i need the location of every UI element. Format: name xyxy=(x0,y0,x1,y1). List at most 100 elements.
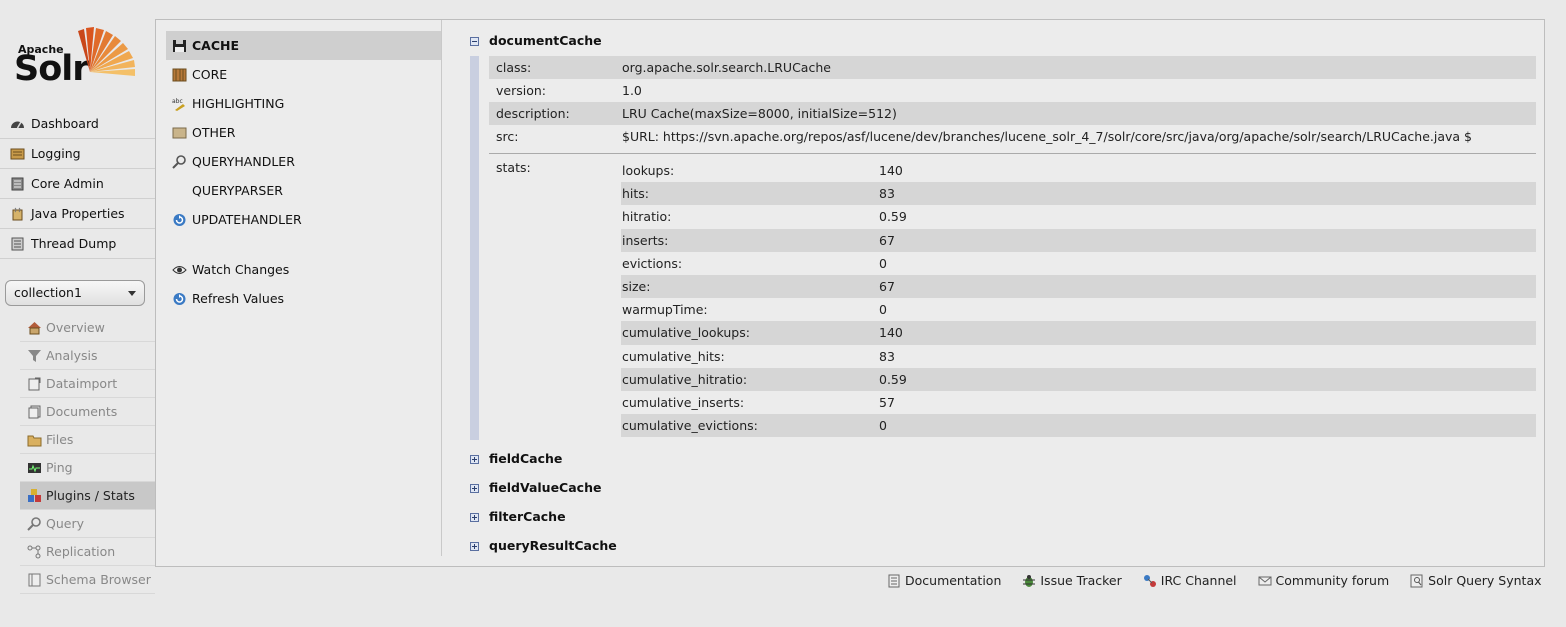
plugin-type-cache[interactable]: CACHE xyxy=(166,31,441,60)
detail-value: LRU Cache(maxSize=8000, initialSize=512) xyxy=(622,106,897,121)
cache-name: filterCache xyxy=(489,509,566,524)
stat-value: 67 xyxy=(879,232,895,248)
plugin-type-queryhandler[interactable]: QUERYHANDLER xyxy=(166,147,441,176)
cache-header-field-cache[interactable]: fieldCache xyxy=(470,450,1536,479)
core-nav-ping[interactable]: Ping xyxy=(20,454,155,482)
magnifier-icon xyxy=(172,155,186,169)
core-admin-icon xyxy=(11,177,24,191)
document-icon xyxy=(888,574,900,588)
core-nav-files[interactable]: Files xyxy=(20,426,155,454)
eye-icon xyxy=(172,266,187,274)
core-nav-overview[interactable]: Overview xyxy=(20,314,155,342)
core-nav-replication[interactable]: Replication xyxy=(20,538,155,566)
detail-key: version: xyxy=(496,83,546,98)
core-nav-dataimport[interactable]: Dataimport xyxy=(20,370,155,398)
cache-header-query-result-cache[interactable]: queryResultCache xyxy=(470,537,1536,566)
collapse-toggle-icon[interactable] xyxy=(470,37,479,46)
detail-value: $URL: https://svn.apache.org/repos/asf/l… xyxy=(622,129,1472,144)
footer-solr-query-syntax-link[interactable]: Solr Query Syntax xyxy=(1407,571,1542,591)
plugin-type-label: HIGHLIGHTING xyxy=(192,96,285,111)
stat-key: lookups: xyxy=(622,163,675,178)
cache-name: fieldValueCache xyxy=(489,480,602,495)
nav-java-properties[interactable]: Java Properties xyxy=(0,199,155,229)
stat-key: cumulative_lookups: xyxy=(622,325,750,341)
core-nav-plugins-stats[interactable]: Plugins / Stats xyxy=(20,482,155,510)
detail-key: description: xyxy=(496,106,570,121)
plugin-type-highlighting[interactable]: abc HIGHLIGHTING xyxy=(166,89,441,118)
stat-row: inserts: 67 xyxy=(621,228,1536,252)
stat-value: 0 xyxy=(879,302,887,318)
stat-value: 0 xyxy=(879,255,887,271)
plugin-type-queryparser[interactable]: QUERYPARSER xyxy=(166,176,441,205)
stat-row: cumulative_hits: 83 xyxy=(621,345,1536,368)
stat-value: 57 xyxy=(879,394,895,410)
nav-label: Dashboard xyxy=(31,116,99,131)
stats-table: lookups: 140 hits: 83 hitratio: 0.59 insert… xyxy=(621,159,1536,438)
core-nav-label: Replication xyxy=(46,544,116,559)
core-nav-label: Overview xyxy=(46,320,105,335)
core-nav-analysis[interactable]: Analysis xyxy=(20,342,155,370)
detail-key: class: xyxy=(496,60,532,75)
stat-key: cumulative_evictions: xyxy=(622,418,758,434)
stat-key: warmupTime: xyxy=(622,302,708,318)
expand-toggle-icon[interactable] xyxy=(470,484,479,493)
footer-links: Documentation Issue Tracker IRC Channel … xyxy=(884,571,1560,591)
expand-toggle-icon[interactable] xyxy=(470,542,479,551)
plugin-type-updatehandler[interactable]: UPDATEHANDLER xyxy=(166,205,441,234)
cache-header-field-value-cache[interactable]: fieldValueCache xyxy=(470,479,1536,508)
cache-header-filter-cache[interactable]: filterCache xyxy=(470,508,1536,537)
watch-changes-label: Watch Changes xyxy=(192,262,290,277)
nav-label: Thread Dump xyxy=(31,236,117,251)
core-nav-label: Files xyxy=(46,432,74,447)
stats-block: stats: lookups: 140 hits: 83 hitratio: 0.59… xyxy=(489,153,1536,440)
nav-thread-dump[interactable]: Thread Dump xyxy=(0,229,155,259)
nav-label: Logging xyxy=(31,146,81,161)
stat-value: 0.59 xyxy=(879,371,907,387)
core-nav-schema-browser[interactable]: Schema Browser xyxy=(20,566,155,594)
cache-name: fieldCache xyxy=(489,451,563,466)
stat-key: size: xyxy=(622,278,651,294)
stat-row: hitratio: 0.59 xyxy=(621,205,1536,228)
footer-documentation-link[interactable]: Documentation xyxy=(884,571,1001,591)
nav-core-admin[interactable]: Core Admin xyxy=(0,169,155,199)
footer-irc-channel-link[interactable]: IRC Channel xyxy=(1140,571,1237,591)
plugin-type-core[interactable]: CORE xyxy=(166,60,441,89)
core-nav-documents[interactable]: Documents xyxy=(20,398,155,426)
core-nav-query[interactable]: Query xyxy=(20,510,155,538)
stat-row: lookups: 140 xyxy=(621,159,1536,182)
solr-logo[interactable]: Apache Solr xyxy=(14,26,138,92)
expand-toggle-icon[interactable] xyxy=(470,455,479,464)
refresh-values-button[interactable]: Refresh Values xyxy=(166,284,441,313)
core-selector[interactable]: collection1 xyxy=(5,280,145,306)
core-navigation: Overview Analysis Dataimport Documents F… xyxy=(20,314,155,594)
plugin-type-label: CACHE xyxy=(192,38,240,53)
core-nav-label: Ping xyxy=(46,460,73,475)
replication-icon xyxy=(27,545,41,559)
panel-divider xyxy=(441,20,442,556)
stat-key: cumulative_inserts: xyxy=(622,394,745,410)
footer-community-forum-link[interactable]: Community forum xyxy=(1255,571,1389,591)
stat-value: 67 xyxy=(879,278,895,294)
highlight-icon: abc xyxy=(172,98,185,111)
update-icon xyxy=(173,214,186,226)
stat-row: size: 67 xyxy=(621,274,1536,299)
cache-name: queryResultCache xyxy=(489,538,617,553)
stat-row: evictions: 0 xyxy=(621,252,1536,275)
plugins-icon xyxy=(28,489,41,502)
nav-label: Core Admin xyxy=(31,176,104,191)
stat-key: hits: xyxy=(622,186,650,202)
nav-logging[interactable]: Logging xyxy=(0,139,155,169)
core-nav-label: Analysis xyxy=(46,348,98,363)
plugin-type-label: UPDATEHANDLER xyxy=(192,212,302,227)
floppy-icon xyxy=(173,40,186,52)
plugin-type-other[interactable]: OTHER xyxy=(166,118,441,147)
nav-dashboard[interactable]: Dashboard xyxy=(0,109,155,139)
watch-changes-button[interactable]: Watch Changes xyxy=(166,255,441,284)
plugin-type-label: QUERYPARSER xyxy=(192,183,283,198)
cache-detail: class: org.apache.solr.search.LRUCache v… xyxy=(470,56,1536,440)
sunburst-icon xyxy=(78,27,135,76)
detail-value: org.apache.solr.search.LRUCache xyxy=(622,60,831,75)
thread-dump-icon xyxy=(11,237,24,251)
footer-issue-tracker-link[interactable]: Issue Tracker xyxy=(1019,571,1122,591)
expand-toggle-icon[interactable] xyxy=(470,513,479,522)
